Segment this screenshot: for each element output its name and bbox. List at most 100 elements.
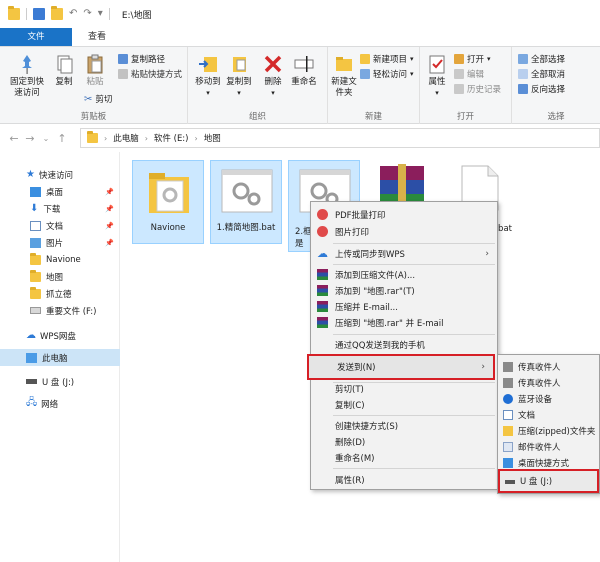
nav-quick-access[interactable]: ★ 快速访问 xyxy=(0,166,120,183)
file-name: Navione xyxy=(150,223,186,233)
new-folder-icon[interactable] xyxy=(51,6,63,20)
menu-item-add-to-rar[interactable]: 添加到 "地图.rar"(T) xyxy=(311,282,497,299)
file-item-bat-1[interactable]: 1.精简地图.bat xyxy=(210,160,282,244)
properties-label: 属性 xyxy=(428,77,446,87)
menu-item-create-shortcut[interactable]: 创建快捷方式(S) xyxy=(311,417,497,434)
menu-item-qq-send[interactable]: 通过QQ发送到我的手机 xyxy=(311,336,497,353)
select-none-button[interactable]: 全部取消 xyxy=(518,68,565,80)
nav-item-desktop[interactable]: 桌面 📌 xyxy=(0,183,120,200)
delete-button[interactable]: 删除 ▾ xyxy=(260,53,286,99)
chevron-right-icon[interactable]: › xyxy=(195,134,198,143)
select-all-button[interactable]: 全部选择 xyxy=(518,53,565,65)
menu-item-properties[interactable]: 属性(R) xyxy=(311,471,497,488)
pictures-icon xyxy=(30,237,41,248)
nav-item-downloads[interactable]: ⬇ 下载 📌 xyxy=(0,200,120,217)
navigation-pane: ★ 快速访问 桌面 📌 ⬇ 下载 📌 文档 📌 图片 📌 Navione 地图 … xyxy=(0,152,120,562)
chevron-right-icon[interactable]: › xyxy=(145,134,148,143)
nav-usb-label: U 盘 (J:) xyxy=(42,377,75,388)
menu-divider xyxy=(333,334,495,335)
menu-item-cut[interactable]: 剪切(T) xyxy=(311,380,497,397)
file-item-navione[interactable]: Navione xyxy=(132,160,204,244)
menu-item-compress-email[interactable]: 压缩并 E-mail... xyxy=(311,298,497,315)
new-folder-button[interactable]: 新建文件夹 xyxy=(330,53,358,99)
nav-network[interactable]: 🖧 网络 xyxy=(0,395,120,412)
pin-icon[interactable]: 📌 xyxy=(105,222,114,230)
new-folder-label: 新建文件夹 xyxy=(331,77,357,98)
recent-locations-icon[interactable]: ⌄ xyxy=(38,134,54,143)
chevron-right-icon[interactable]: › xyxy=(104,134,107,143)
menu-item-rename[interactable]: 重命名(M) xyxy=(311,449,497,466)
properties-icon[interactable] xyxy=(33,8,45,20)
back-arrow-icon[interactable]: ← xyxy=(6,132,22,145)
copy-button[interactable]: 复制 xyxy=(50,53,78,88)
copy-to-button[interactable]: 复制到 ▾ xyxy=(224,53,254,99)
breadcrumb-this-pc[interactable]: 此电脑 xyxy=(113,132,139,144)
menu-item-image-print[interactable]: 图片打印 xyxy=(311,223,497,240)
computer-icon xyxy=(26,352,37,363)
menu-item-label: 邮件收件人 xyxy=(518,443,561,453)
send-to-fax-2[interactable]: 传真收件人 xyxy=(498,375,599,391)
folder-icon xyxy=(149,173,189,213)
scissors-icon: ✂ xyxy=(84,93,93,105)
send-to-usb-drive[interactable]: U 盘 (J:) xyxy=(498,469,599,493)
cut-button[interactable]: ✂ 剪切 xyxy=(84,93,112,106)
send-to-zip[interactable]: 压缩(zipped)文件夹 xyxy=(498,423,599,439)
up-arrow-icon[interactable]: ↑ xyxy=(54,132,70,145)
rename-button[interactable]: 重命名 xyxy=(288,53,320,88)
chevron-down-icon: ▾ xyxy=(206,89,210,97)
open-button[interactable]: 打开 ▾ xyxy=(454,53,491,65)
breadcrumb-map[interactable]: 地图 xyxy=(204,132,221,144)
nav-item-zhualide[interactable]: 抓立德 xyxy=(0,285,120,302)
window-title: E:\地图 xyxy=(121,10,152,21)
menu-item-send-to[interactable]: 发送到(N) › xyxy=(307,354,495,380)
menu-item-copy[interactable]: 复制(C) xyxy=(311,396,497,413)
breadcrumb-drive-e[interactable]: 软件 (E:) xyxy=(154,132,189,144)
nav-item-map[interactable]: 地图 xyxy=(0,268,120,285)
nav-item-navione[interactable]: Navione xyxy=(0,251,120,268)
pin-icon[interactable]: 📌 xyxy=(105,239,114,247)
nav-wps-drive[interactable]: ☁ WPS网盘 xyxy=(0,327,120,344)
menu-item-upload-wps[interactable]: ☁ 上传或同步到WPS › xyxy=(311,245,497,262)
paste-shortcut-button[interactable]: 粘贴快捷方式 xyxy=(118,68,182,80)
nav-item-pictures[interactable]: 图片 📌 xyxy=(0,234,120,251)
menu-item-compress-rar-email[interactable]: 压缩到 "地图.rar" 并 E-mail xyxy=(311,314,497,331)
nav-usb-drive[interactable]: U 盘 (J:) xyxy=(0,373,120,390)
redo-icon[interactable]: ↷ xyxy=(83,8,91,20)
new-item-button[interactable]: 新建项目 ▾ xyxy=(360,53,414,65)
pin-icon[interactable]: 📌 xyxy=(105,205,114,213)
nav-item-label: 地图 xyxy=(46,272,64,283)
forward-arrow-icon[interactable]: → xyxy=(22,132,38,145)
copy-path-button[interactable]: 复制路径 xyxy=(118,53,165,65)
tab-view[interactable]: 查看 xyxy=(78,28,116,46)
menu-item-label: 复制(C) xyxy=(335,400,365,411)
send-to-mail[interactable]: 邮件收件人 xyxy=(498,439,599,455)
menu-item-delete[interactable]: 删除(D) xyxy=(311,433,497,450)
send-to-fax-1[interactable]: 传真收件人 xyxy=(498,359,599,375)
undo-icon[interactable]: ↶ xyxy=(69,8,77,20)
menu-item-label: 创建快捷方式(S) xyxy=(335,421,399,432)
menu-item-pdf-batch-print[interactable]: PDF批量打印 xyxy=(311,206,497,223)
move-to-button[interactable]: 移动到 ▾ xyxy=(193,53,223,99)
winrar-icon xyxy=(317,285,328,296)
breadcrumb[interactable]: › 此电脑 › 软件 (E:) › 地图 xyxy=(80,128,600,148)
pin-icon xyxy=(16,53,38,75)
customize-quick-access-icon[interactable]: ▾ xyxy=(98,8,103,20)
nav-item-important-files[interactable]: 重要文件 (F:) xyxy=(0,302,120,319)
paste-button[interactable]: 粘贴 xyxy=(80,53,110,88)
history-button[interactable]: 历史记录 xyxy=(454,83,501,95)
nav-this-pc[interactable]: 此电脑 xyxy=(0,349,120,366)
menu-item-add-to-archive[interactable]: 添加到压缩文件(A)... xyxy=(311,266,497,283)
folder-icon xyxy=(30,252,41,265)
pin-icon[interactable]: 📌 xyxy=(105,188,114,196)
send-to-bluetooth[interactable]: 蓝牙设备 xyxy=(498,391,599,407)
clipboard-group-label: 剪贴板 xyxy=(80,112,107,122)
nav-item-documents[interactable]: 文档 📌 xyxy=(0,217,120,234)
invert-selection-button[interactable]: 反向选择 xyxy=(518,83,565,95)
file-name: 1.精简地图.bat xyxy=(216,223,276,233)
edit-button[interactable]: 编辑 xyxy=(454,68,484,80)
easy-access-button[interactable]: 轻松访问 ▾ xyxy=(360,68,414,80)
pin-quick-access-button[interactable]: 固定到快速访问 xyxy=(6,53,48,99)
properties-button[interactable]: 属性 ▾ xyxy=(424,53,450,99)
menu-item-label: 属性(R) xyxy=(335,475,365,486)
send-to-documents[interactable]: 文档 xyxy=(498,407,599,423)
